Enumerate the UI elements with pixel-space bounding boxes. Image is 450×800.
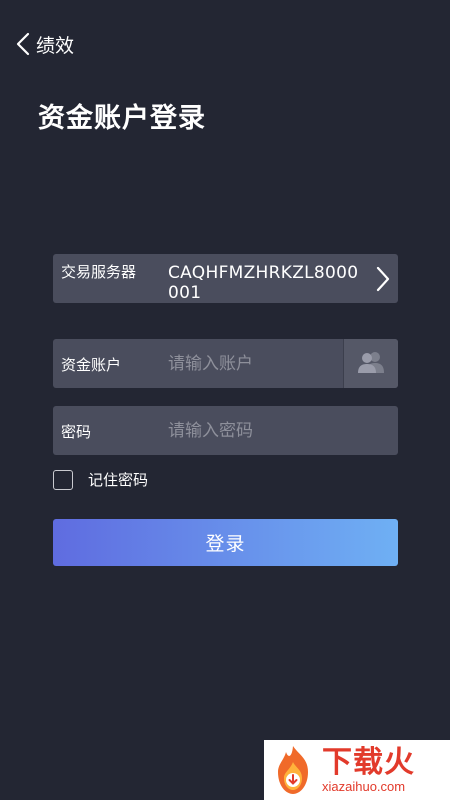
account-input[interactable] xyxy=(168,339,338,388)
server-value: CAQHFMZHRKZL8000001 xyxy=(168,263,359,303)
account-field: 资金账户 xyxy=(53,339,398,388)
password-input[interactable] xyxy=(168,406,383,455)
remember-label: 记住密码 xyxy=(88,471,149,489)
password-label: 密码 xyxy=(61,423,92,441)
account-label: 资金账户 xyxy=(61,356,122,374)
back-button[interactable]: 绩效 xyxy=(16,31,74,58)
login-screen: 绩效 资金账户登录 交易服务器 CAQHFMZHRKZL8000001 资金账户 xyxy=(0,0,450,800)
back-label: 绩效 xyxy=(36,34,75,57)
top-bar: 绩效 xyxy=(0,24,450,64)
remember-password-toggle[interactable]: 记住密码 xyxy=(53,469,148,490)
users-icon xyxy=(356,351,386,377)
account-picker-button[interactable] xyxy=(343,339,398,388)
chevron-left-icon xyxy=(16,32,30,56)
watermark: 下载火 xiazaihuo.com xyxy=(264,740,450,800)
page-title: 资金账户登录 xyxy=(38,103,206,134)
server-label: 交易服务器 xyxy=(61,263,137,281)
chevron-right-icon[interactable] xyxy=(376,266,390,296)
watermark-url: xiazaihuo.com xyxy=(322,779,406,794)
login-button[interactable]: 登录 xyxy=(53,519,398,566)
password-field: 密码 xyxy=(53,406,398,455)
watermark-text: 下载火 xyxy=(322,745,415,780)
flame-logo-icon xyxy=(268,744,318,796)
server-selector[interactable]: 交易服务器 CAQHFMZHRKZL8000001 xyxy=(53,254,398,303)
remember-checkbox[interactable] xyxy=(53,469,73,490)
